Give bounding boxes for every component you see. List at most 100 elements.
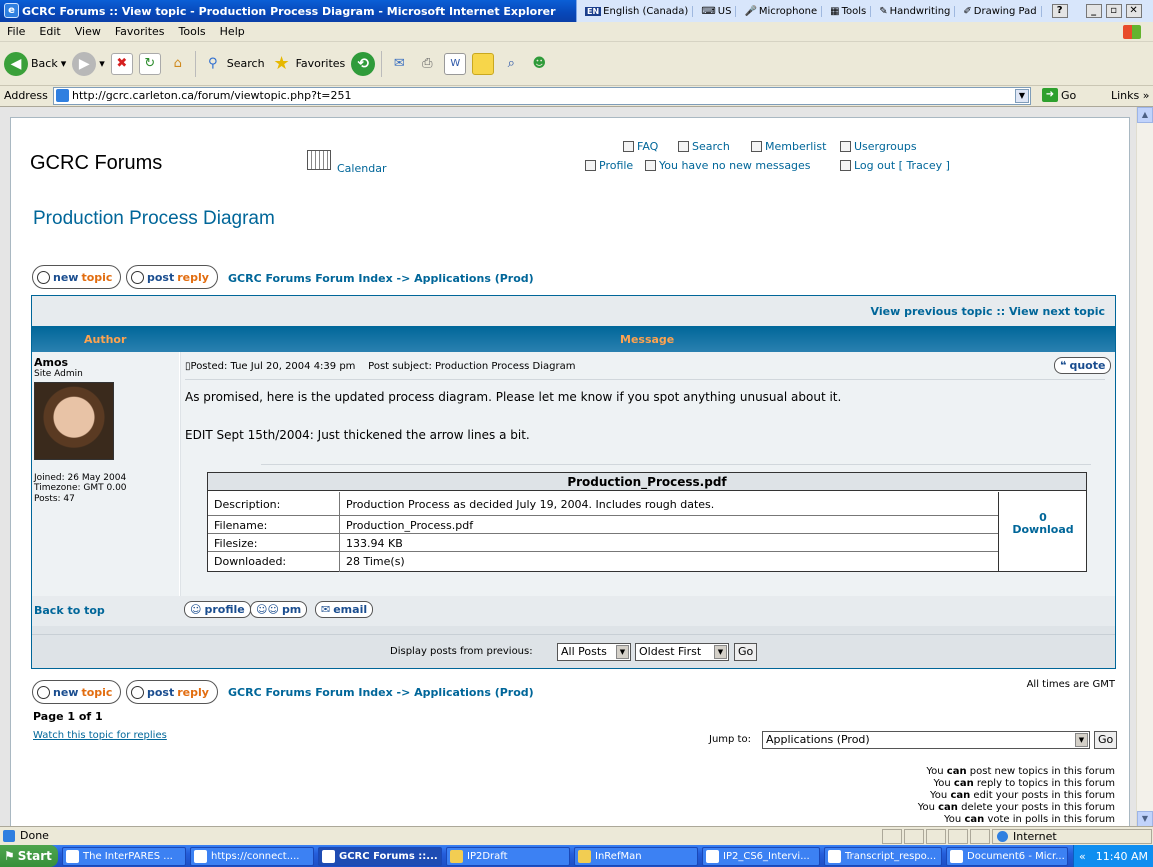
- attachment-column-divider: [998, 492, 999, 572]
- tray-expand-icon[interactable]: «: [1079, 850, 1086, 863]
- taskbar-item[interactable]: IP2_CS6_Intervi...: [702, 847, 820, 866]
- memberlist-link[interactable]: Memberlist: [751, 140, 826, 153]
- taskbar-item[interactable]: IP2Draft: [446, 847, 570, 866]
- profile-button[interactable]: ☺ profile: [184, 601, 251, 618]
- post-reply-button[interactable]: post reply: [126, 680, 218, 704]
- clock[interactable]: 11:40 AM: [1096, 850, 1148, 863]
- links-label: Links: [1111, 89, 1140, 102]
- address-dropdown-icon[interactable]: ▼: [1015, 89, 1029, 103]
- attachment-title: Production_Process.pdf: [208, 473, 1086, 491]
- windows-logo-icon: [1123, 25, 1141, 39]
- taskbar-item-active[interactable]: GCRC Forums ::...: [318, 847, 442, 866]
- taskbar-item[interactable]: https://connect....: [190, 847, 314, 866]
- help-icon[interactable]: ?: [1051, 4, 1068, 18]
- standard-toolbar: ◀ Back ▾ ▶ ▾ ✖ ↻ ⌂ ⚲ Search ★ Favorites ⟲ ✉…: [0, 42, 1153, 86]
- logout-link[interactable]: Log out [ Tracey ]: [840, 159, 950, 172]
- display-options-row: Display posts from previous: All Posts ▼ …: [32, 634, 1115, 668]
- favorites-button[interactable]: ★ Favorites: [271, 53, 346, 75]
- back-to-top-link[interactable]: Back to top: [34, 604, 105, 617]
- usergroups-link[interactable]: Usergroups: [840, 140, 917, 153]
- messenger-icon[interactable]: ☻: [528, 53, 550, 75]
- home-icon[interactable]: ⌂: [167, 53, 189, 75]
- notes-icon[interactable]: [472, 52, 495, 75]
- post-reply-button[interactable]: post reply: [126, 265, 218, 289]
- menu-view[interactable]: View: [68, 25, 108, 38]
- profile-label: Profile: [599, 159, 634, 172]
- address-input[interactable]: http://gcrc.carleton.ca/forum/viewtopic.…: [53, 87, 1031, 105]
- post-divider: [185, 379, 1105, 380]
- links-toolbar[interactable]: Links »: [1111, 89, 1150, 102]
- jump-label: Jump to:: [709, 734, 751, 745]
- posts-range-select[interactable]: All Posts ▼: [557, 643, 631, 661]
- window-title-bar[interactable]: e GCRC Forums :: View topic - Production…: [0, 0, 1153, 22]
- lang-english[interactable]: EN English (Canada): [581, 5, 694, 17]
- menu-favorites[interactable]: Favorites: [108, 25, 172, 38]
- page-indicator: Page 1 of 1: [33, 710, 103, 723]
- taskbar-item[interactable]: Document6 - Micr...: [946, 847, 1068, 866]
- taskbar-item[interactable]: Transcript_respo...: [824, 847, 942, 866]
- drawing-pad-item[interactable]: ✐ Drawing Pad: [959, 5, 1042, 17]
- mail-icon[interactable]: ✉: [388, 53, 410, 75]
- minimize-button[interactable]: _: [1085, 4, 1102, 18]
- topic-nav-links[interactable]: View previous topic :: View next topic: [871, 305, 1105, 318]
- messages-link[interactable]: You have no new messages: [645, 159, 811, 172]
- calendar-icon[interactable]: [307, 150, 331, 170]
- author-name[interactable]: Amos: [34, 356, 68, 369]
- chevron-down-icon: ▼: [1075, 733, 1088, 747]
- quote-button[interactable]: ❝ quote: [1054, 357, 1112, 374]
- menu-file[interactable]: File: [0, 25, 32, 38]
- jump-to-select[interactable]: Applications (Prod) ▼: [762, 731, 1090, 749]
- jump-go-button[interactable]: Go: [1094, 731, 1118, 749]
- restore-button[interactable]: ▫: [1105, 4, 1122, 18]
- vertical-scrollbar[interactable]: ▲ ▼: [1136, 107, 1153, 826]
- pm-icon: ☺☺: [256, 603, 279, 616]
- message-column-header: Message: [620, 333, 675, 346]
- language-bar: EN English (Canada) ⌨ US 🎤 Microphone ▦ Tool…: [576, 0, 1153, 22]
- faq-link[interactable]: FAQ: [623, 140, 658, 153]
- refresh-icon[interactable]: ↻: [138, 52, 161, 75]
- search-link[interactable]: Search: [678, 140, 730, 153]
- stop-icon[interactable]: ✖: [110, 52, 133, 75]
- post-reply-icon: [131, 270, 144, 284]
- topic-title[interactable]: Production Process Diagram: [33, 208, 275, 230]
- profile-link[interactable]: Profile: [585, 159, 633, 172]
- menu-edit[interactable]: Edit: [32, 25, 67, 38]
- breadcrumb[interactable]: GCRC Forums Forum Index -> Applications …: [228, 272, 534, 285]
- print-icon[interactable]: ⎙: [416, 53, 438, 75]
- start-button[interactable]: ⚑ Start: [0, 845, 58, 867]
- breadcrumb[interactable]: GCRC Forums Forum Index -> Applications …: [228, 686, 534, 699]
- email-button[interactable]: ✉ email: [315, 601, 374, 618]
- site-title[interactable]: GCRC Forums: [30, 152, 162, 175]
- favorites-label: Favorites: [295, 57, 346, 70]
- calendar-link[interactable]: Calendar: [337, 162, 386, 175]
- new-topic-button[interactable]: new topic: [32, 265, 122, 289]
- taskbar-item[interactable]: The InterPARES ...: [62, 847, 186, 866]
- download-link[interactable]: Download: [1000, 523, 1086, 536]
- watch-topic-link[interactable]: Watch this topic for replies: [33, 730, 167, 741]
- author-timezone: Timezone: GMT 0.00: [34, 483, 127, 493]
- new-topic-button[interactable]: new topic: [32, 680, 122, 704]
- display-go-button[interactable]: Go: [734, 643, 758, 661]
- microphone-item[interactable]: 🎤 Microphone: [740, 5, 823, 17]
- handwriting-item[interactable]: ✎ Handwriting: [875, 5, 956, 17]
- scroll-up-icon[interactable]: ▲: [1137, 107, 1153, 123]
- scroll-down-icon[interactable]: ▼: [1137, 811, 1153, 826]
- research-icon[interactable]: ⌕: [500, 53, 522, 75]
- menu-help[interactable]: Help: [213, 25, 252, 38]
- permission-item: You can delete your posts in this forum: [917, 802, 1115, 813]
- system-tray: « 11:40 AM: [1073, 845, 1153, 867]
- menu-tools[interactable]: Tools: [172, 25, 213, 38]
- sort-order-select[interactable]: Oldest First ▼: [635, 643, 729, 661]
- edit-word-icon[interactable]: W: [444, 52, 467, 75]
- history-icon[interactable]: ⟲: [351, 51, 376, 76]
- permission-item: You can vote in polls in this forum: [944, 814, 1115, 825]
- search-button[interactable]: ⚲ Search: [202, 53, 265, 75]
- taskbar-item[interactable]: InRefMan: [574, 847, 698, 866]
- back-button[interactable]: ◀ Back ▾: [4, 51, 66, 76]
- forward-button[interactable]: ▶ ▾: [72, 51, 105, 76]
- close-button[interactable]: ✕: [1125, 4, 1142, 18]
- tools-item[interactable]: ▦ Tools: [826, 5, 872, 17]
- keyboard-us[interactable]: ⌨ US: [697, 5, 737, 17]
- pm-button[interactable]: ☺☺ pm: [250, 601, 308, 618]
- go-button[interactable]: ➜ Go: [1042, 88, 1076, 102]
